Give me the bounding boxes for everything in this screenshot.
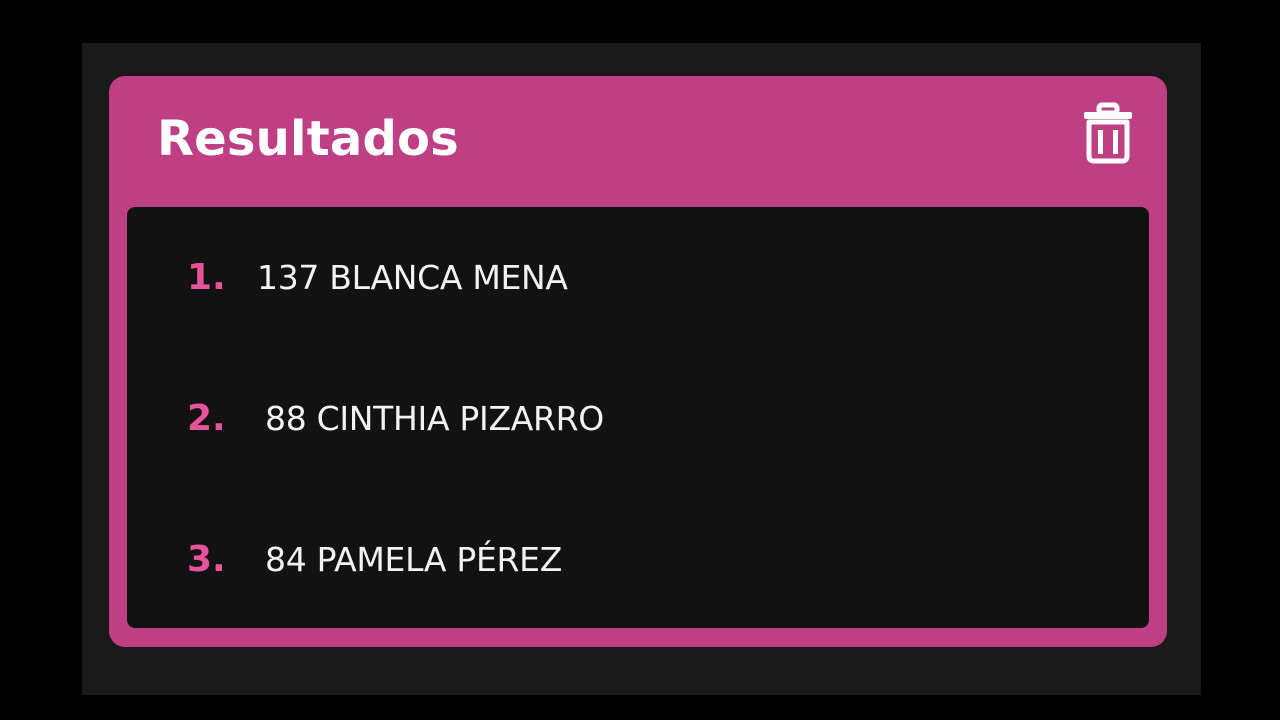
result-entry: 137 BLANCA MENA xyxy=(257,257,568,297)
result-item-1: 1. 137 BLANCA MENA xyxy=(187,252,568,302)
result-item-2: 2. 88 CINTHIA PIZARRO xyxy=(187,393,604,443)
result-entry: 88 CINTHIA PIZARRO xyxy=(265,398,604,438)
card-title: Resultados xyxy=(157,111,459,167)
rank-number: 3. xyxy=(187,538,226,580)
widget-frame: Resultados 1. 137 BLANCA MENA 2. 88 CINT… xyxy=(82,43,1201,695)
results-card: Resultados 1. 137 BLANCA MENA 2. 88 CINT… xyxy=(109,76,1167,647)
result-item-3: 3. 84 PAMELA PÉREZ xyxy=(187,534,562,584)
rank-number: 1. xyxy=(187,256,226,298)
result-entry: 84 PAMELA PÉREZ xyxy=(265,539,563,579)
clear-results-button[interactable] xyxy=(1079,100,1137,166)
results-list: 1. 137 BLANCA MENA 2. 88 CINTHIA PIZARRO… xyxy=(127,207,1149,628)
rank-number: 2. xyxy=(187,397,226,439)
trash-icon xyxy=(1082,102,1134,164)
